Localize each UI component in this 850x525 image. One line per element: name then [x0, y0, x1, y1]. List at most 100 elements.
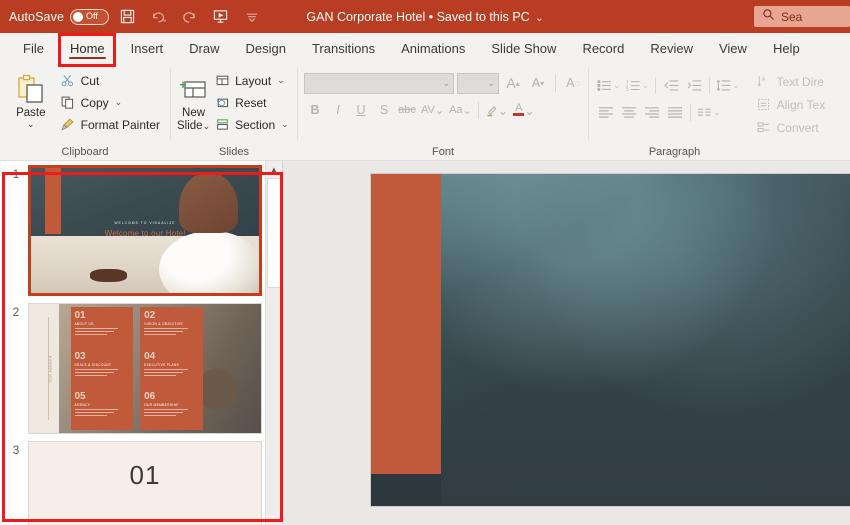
bullets-button[interactable]: ⌄: [595, 74, 623, 96]
align-text-button[interactable]: Align Tex: [752, 94, 829, 115]
columns-button[interactable]: ⌄: [695, 101, 723, 123]
increase-indent-button[interactable]: [683, 74, 705, 96]
slide-left-footer-block: [371, 474, 441, 506]
autosave-toggle[interactable]: Off: [70, 8, 110, 25]
cut-button-label: Cut: [80, 73, 100, 88]
decrease-font-size-button[interactable]: A ▾: [527, 72, 549, 94]
text-shadow-button[interactable]: S: [373, 99, 395, 121]
scrollbar-track[interactable]: [267, 178, 281, 525]
scrollbar-thumb[interactable]: [267, 178, 281, 288]
copy-button[interactable]: Copy ⌄: [56, 92, 164, 113]
tab-file[interactable]: File: [10, 33, 57, 63]
justify-button[interactable]: [664, 101, 686, 123]
tab-slide-show[interactable]: Slide Show: [478, 33, 569, 63]
slide-thumbnail-1[interactable]: WELCOME TO VISUALIZE Welcome to our Hote…: [28, 165, 262, 296]
font-name-combobox[interactable]: ⌄: [304, 72, 454, 94]
numbering-button[interactable]: 1 2 3 ⌄: [624, 74, 652, 96]
chevron-down-icon[interactable]: ⌄: [524, 103, 534, 118]
align-center-button[interactable]: [618, 101, 640, 123]
reset-button[interactable]: Reset: [210, 92, 293, 113]
start-presentation-icon[interactable]: [208, 4, 233, 29]
strikethrough-button[interactable]: abc: [396, 99, 418, 121]
agenda-item: 04 EXECUTIVE PLANS: [144, 351, 200, 388]
thumbnail-scrollbar[interactable]: ▲: [265, 161, 282, 525]
decrease-indent-button[interactable]: [660, 74, 682, 96]
align-right-button[interactable]: [641, 101, 663, 123]
chevron-down-icon[interactable]: ⌄: [27, 120, 35, 129]
quick-access-toolbar: AutoSave Off: [0, 4, 264, 29]
chevron-down-icon[interactable]: ⌄: [442, 78, 450, 89]
slide-number: 2: [12, 305, 20, 319]
chevron-down-icon[interactable]: ⌄: [203, 121, 211, 131]
chevron-down-icon[interactable]: ⌄: [435, 104, 444, 117]
chevron-down-icon[interactable]: ⌄: [713, 107, 721, 118]
agenda-number: 01: [74, 310, 86, 322]
increase-font-size-button[interactable]: A ▴: [502, 72, 524, 94]
cut-button[interactable]: Cut: [56, 70, 164, 91]
text-direction-button[interactable]: A Text Dire: [752, 71, 829, 92]
chevron-down-icon[interactable]: ⌄: [642, 80, 650, 91]
slide-orange-accent-bar[interactable]: [371, 174, 441, 474]
tab-record[interactable]: Record: [569, 33, 637, 63]
clear-formatting-button[interactable]: A ◌: [562, 72, 584, 94]
tab-design[interactable]: Design: [233, 33, 299, 63]
save-icon[interactable]: [115, 4, 140, 29]
slide-number: 3: [12, 443, 20, 457]
line-spacing-button[interactable]: ⌄: [714, 74, 742, 96]
tab-review[interactable]: Review: [637, 33, 706, 63]
slide-background-image[interactable]: [441, 174, 850, 506]
paste-button[interactable]: Paste ⌄: [6, 68, 56, 129]
italic-button[interactable]: I: [327, 99, 349, 121]
chevron-down-icon[interactable]: ⌄: [732, 80, 740, 91]
tab-home[interactable]: Home: [57, 33, 118, 63]
font-color-button[interactable]: A ⌄: [511, 99, 536, 121]
agenda-item: 05 AGENCY: [74, 390, 131, 428]
slide-3-big-number: 01: [129, 460, 161, 491]
current-slide-canvas[interactable]: [371, 174, 850, 506]
chevron-down-icon[interactable]: ⌄: [277, 75, 285, 86]
slide-editor-area[interactable]: [283, 161, 850, 525]
section-button[interactable]: Section ⌄: [210, 114, 293, 135]
character-spacing-button[interactable]: AV ⌄: [419, 99, 446, 121]
tab-view[interactable]: View: [706, 33, 760, 63]
slide-thumbnail-3[interactable]: 01: [28, 441, 262, 525]
layout-button-label: Layout: [235, 73, 272, 88]
chevron-down-icon[interactable]: ⌄: [613, 80, 621, 91]
align-left-button[interactable]: [595, 101, 617, 123]
tab-insert[interactable]: Insert: [118, 33, 177, 63]
divider: [477, 101, 479, 119]
chevron-down-icon[interactable]: ⌄: [498, 103, 508, 118]
layout-button[interactable]: Layout ⌄: [210, 70, 293, 91]
new-slide-button[interactable]: New Slide⌄: [177, 68, 210, 132]
tab-draw[interactable]: Draw: [176, 33, 232, 63]
chevron-down-icon[interactable]: ⌄: [281, 119, 289, 130]
chevron-down-icon[interactable]: ⌄: [487, 78, 495, 89]
redo-icon[interactable]: [177, 4, 202, 29]
search-box[interactable]: Sea: [754, 6, 850, 27]
format-painter-button[interactable]: Format Painter: [56, 114, 164, 135]
slide-2-artwork: OUR AGENDA 01 ABOUT US 03 DEALS & DISCOU…: [29, 304, 261, 433]
tab-animations[interactable]: Animations: [388, 33, 478, 63]
scroll-up-arrow-icon[interactable]: ▲: [266, 161, 282, 178]
chevron-down-icon[interactable]: ⌄: [115, 97, 123, 108]
undo-icon[interactable]: [146, 4, 171, 29]
agenda-number: 05: [74, 390, 86, 402]
text-highlight-color-button[interactable]: ⌄: [483, 99, 510, 121]
slide-thumbnail-row[interactable]: 3 01: [4, 441, 264, 525]
customize-quick-access-toolbar-icon[interactable]: [239, 4, 264, 29]
bold-button[interactable]: B: [304, 99, 326, 121]
underline-button[interactable]: U: [350, 99, 372, 121]
slide-thumbnail-row[interactable]: 1 WELCOME TO VISUALIZE Welcome to our Ho…: [4, 165, 264, 296]
change-case-button[interactable]: Aa ⌄: [447, 99, 474, 121]
chevron-down-icon[interactable]: ⌄: [463, 104, 472, 117]
slide-thumbnail-2[interactable]: OUR AGENDA 01 ABOUT US 03 DEALS & DISCOU…: [28, 303, 262, 434]
divider: [709, 76, 711, 94]
tab-transitions[interactable]: Transitions: [299, 33, 388, 63]
slide-thumbnail-row[interactable]: 2 OUR AGENDA 01 ABOUT US 03 DEALS & DISC…: [4, 303, 264, 434]
scissors-icon: [60, 73, 76, 89]
save-status[interactable]: Saved to this PC: [437, 10, 530, 24]
font-size-combobox[interactable]: ⌄: [457, 72, 499, 94]
chevron-down-icon[interactable]: ⌄: [535, 13, 543, 24]
tab-help[interactable]: Help: [760, 33, 813, 63]
convert-to-smartart-button[interactable]: Convert: [752, 117, 829, 138]
